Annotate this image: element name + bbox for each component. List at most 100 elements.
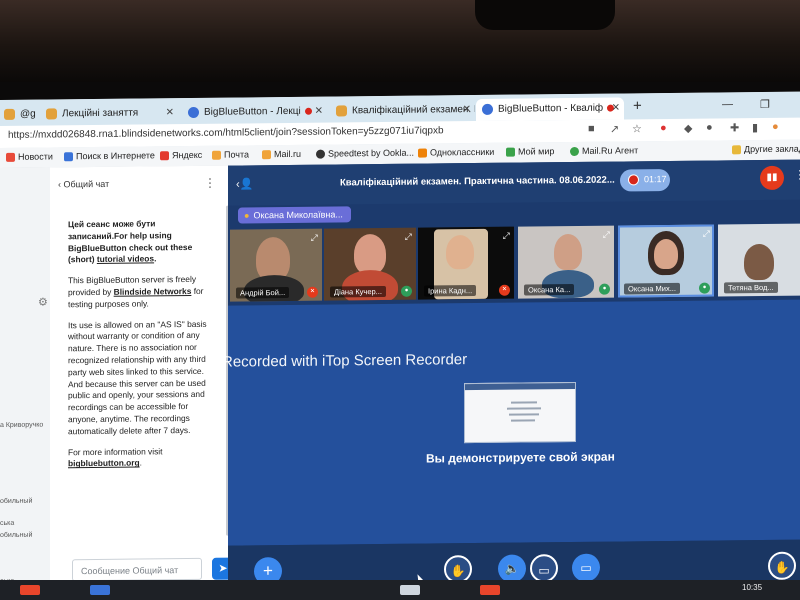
- speaker-icon: 🔈: [504, 561, 520, 576]
- tab-bbb-lecture[interactable]: BigBlueButton - Лекці ✕: [182, 101, 327, 125]
- screenshare-status: Вы демонстрируете свой экран: [426, 449, 615, 466]
- close-icon[interactable]: ✕: [463, 99, 471, 121]
- preview-line: [507, 407, 541, 410]
- screenshare-button[interactable]: ▭: [572, 553, 600, 583]
- close-icon[interactable]: ✕: [315, 101, 323, 123]
- preview-line: [509, 413, 539, 416]
- moodle-icon: [336, 105, 347, 117]
- webcam-tile[interactable]: ⤢ Ірина Кадн... ✕: [418, 226, 514, 300]
- raise-hand-button[interactable]: ✋: [768, 551, 796, 580]
- fullscreen-icon[interactable]: ⤢: [503, 231, 510, 242]
- webcam-tile[interactable]: ⤢ Діана Кучер... ●: [324, 227, 416, 301]
- bookmark-speedtest[interactable]: Speedtest by Ookla...: [316, 148, 414, 159]
- webcam-strip: ⤢ Андрій Бой... ✕ ⤢ Діана Кучер... ● ⤢ І…: [228, 223, 800, 302]
- opera-icon[interactable]: ●: [660, 122, 667, 134]
- gear-icon[interactable]: ⚙: [38, 295, 48, 308]
- bookmark-yandex[interactable]: Яндекс: [160, 150, 202, 161]
- participant-name: Андрій Бой...: [236, 286, 290, 299]
- recording-icon: [304, 107, 312, 115]
- chat-welcome-message: Цей сеанс може бути записаний.For help u…: [68, 218, 207, 469]
- blindside-link[interactable]: Blindside Networks: [114, 286, 192, 297]
- star-icon[interactable]: ☆: [632, 122, 642, 135]
- user-list-item[interactable]: ська: [0, 520, 14, 527]
- mic-icon: ●: [699, 282, 710, 294]
- taskbar-app-icon[interactable]: [90, 585, 110, 595]
- microphone-icon: ●: [244, 210, 250, 221]
- extension-icon[interactable]: ◆: [684, 122, 692, 135]
- url-text[interactable]: https://mxdd026848.rna1.blindsidenetwork…: [8, 125, 444, 141]
- taskbar-app-icon[interactable]: [400, 585, 420, 595]
- taskbar-app-icon[interactable]: [20, 585, 40, 595]
- fullscreen-icon[interactable]: ⤢: [311, 233, 318, 244]
- chat-panel: ‹ Общий чат ⋮ Цей сеанс може бути записа…: [50, 165, 234, 600]
- as-is-text: Its use is allowed on an "AS IS" basis w…: [68, 318, 207, 437]
- news-icon: [6, 152, 15, 163]
- audio-button[interactable]: 🔈: [498, 554, 526, 583]
- more-options-icon[interactable]: ⋮: [204, 176, 216, 190]
- webcam-tile[interactable]: ⤢ Оксана Ка... ●: [518, 225, 614, 299]
- minimize-icon[interactable]: —: [722, 98, 733, 110]
- screenshare-preview: [464, 381, 576, 444]
- monitor-frame: [0, 0, 800, 82]
- options-icon[interactable]: ⋮: [794, 168, 800, 182]
- bookmark-news[interactable]: Новости: [6, 151, 53, 163]
- close-icon[interactable]: ✕: [612, 98, 620, 120]
- close-icon[interactable]: ✕: [166, 102, 174, 124]
- user-list-item[interactable]: обильный: [0, 532, 32, 539]
- fullscreen-icon[interactable]: ⤢: [603, 230, 610, 241]
- maximize-icon[interactable]: ❐: [760, 98, 770, 111]
- agent-icon: [570, 147, 579, 157]
- bbb-app: ⚙ а Криворучко обильный ська обильный сь…: [0, 159, 800, 600]
- camera-off-icon: ▭: [538, 563, 550, 578]
- bbb-icon: [482, 103, 493, 115]
- user-list-item[interactable]: а Криворучко: [0, 422, 43, 429]
- tab-bbb-exam[interactable]: BigBlueButton - Кваліф ✕: [476, 97, 624, 122]
- tab-lectures[interactable]: Лекційні заняття ✕: [40, 102, 178, 125]
- vpn-icon[interactable]: ●: [706, 122, 713, 134]
- tutorial-link[interactable]: tutorial videos: [97, 254, 154, 265]
- chat-header[interactable]: ‹ Общий чат: [58, 179, 109, 190]
- mail-icon: [212, 150, 221, 160]
- muted-mic-icon: ✕: [499, 284, 510, 296]
- bookmark-mailru[interactable]: Mail.ru: [262, 149, 301, 160]
- folder-icon: [732, 145, 741, 155]
- bookmark-other[interactable]: Другие заклад: [732, 144, 800, 155]
- hand-icon: ✋: [450, 564, 466, 579]
- participant-name: Оксана Ка...: [524, 283, 575, 296]
- bookmark-search[interactable]: Поиск в Интернете: [64, 150, 155, 162]
- recording-indicator[interactable]: 01:17: [620, 168, 670, 192]
- fullscreen-icon[interactable]: ⤢: [405, 232, 412, 243]
- sidebar-icon[interactable]: ▮: [752, 121, 758, 134]
- bookmark-ok[interactable]: Одноклассники: [418, 147, 494, 158]
- participant-name: Діана Кучер...: [330, 285, 386, 298]
- user-list: ⚙ а Криворучко обильный ська обильный сь…: [0, 167, 51, 600]
- clock: 10:35: [742, 583, 763, 592]
- participant-name: Оксана Мих...: [624, 282, 680, 295]
- camera-icon[interactable]: ■: [588, 123, 595, 135]
- puzzle-icon[interactable]: ✚: [730, 121, 739, 134]
- participant-video: [744, 243, 774, 281]
- webcam-tile[interactable]: Тетяна Вод...: [718, 223, 800, 297]
- webcam-tile[interactable]: ⤢ Оксана Мих... ●: [618, 224, 714, 298]
- new-tab-button[interactable]: +: [633, 97, 642, 114]
- preview-titlebar: [465, 382, 575, 391]
- toggle-userlist-icon[interactable]: ‹👤: [236, 177, 253, 190]
- bbb-org-link[interactable]: bigbluebutton.org: [68, 458, 140, 469]
- os-taskbar: 10:35: [0, 580, 800, 600]
- bookmark-mail[interactable]: Почта: [212, 149, 249, 160]
- profile-avatar[interactable]: ●: [772, 121, 779, 133]
- mic-icon: ●: [599, 283, 610, 295]
- fullscreen-icon[interactable]: ⤢: [703, 229, 710, 240]
- bookmark-moimir[interactable]: Мой мир: [506, 146, 554, 157]
- connection-status-icon[interactable]: ▮▮: [760, 165, 784, 191]
- taskbar-app-icon[interactable]: [480, 585, 500, 595]
- webcam-tile[interactable]: ⤢ Андрій Бой... ✕: [230, 228, 322, 302]
- camera-button[interactable]: ▭: [530, 554, 558, 583]
- chat-message-input[interactable]: Сообщение Общий чат: [72, 557, 202, 582]
- tab-exam[interactable]: Кваліфікаційний екзамен. П ✕: [330, 99, 475, 123]
- moodle-icon: [46, 108, 57, 120]
- user-list-item[interactable]: обильный: [0, 498, 32, 505]
- bookmark-agent[interactable]: Mail.Ru Агент: [570, 145, 638, 157]
- tab-gmail[interactable]: @gr: [0, 104, 36, 126]
- share-icon[interactable]: ↗: [610, 123, 619, 136]
